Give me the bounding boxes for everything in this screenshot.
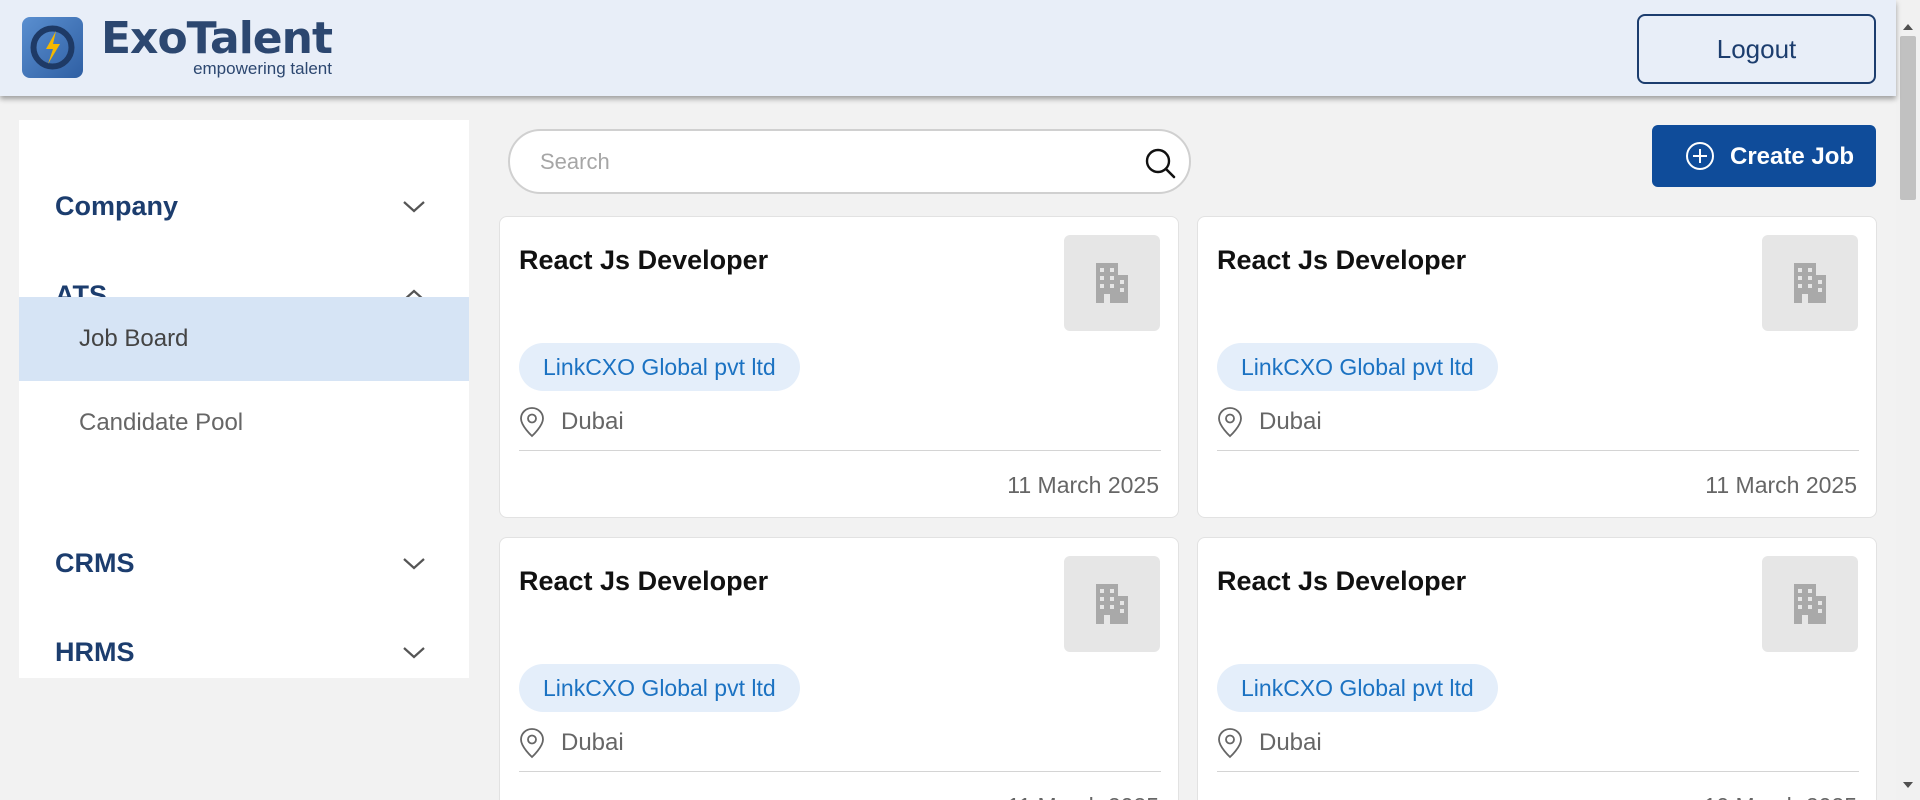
scroll-down-arrow-icon[interactable]: [1903, 782, 1913, 788]
job-card[interactable]: React Js Developer LinkCXO Global pvt ltd…: [499, 537, 1179, 800]
location-label: Dubai: [561, 408, 624, 435]
job-location: Dubai: [1217, 405, 1322, 439]
sidebar-item-job-board[interactable]: Job Board: [19, 297, 469, 381]
company-logo: [1064, 556, 1160, 652]
job-title: React Js Developer: [519, 245, 769, 275]
sidebar-item-label: CRMS: [55, 547, 135, 578]
location-pin-icon: [1218, 728, 1242, 759]
brand-text: ExoTalent empowering talent: [101, 13, 333, 79]
company-chip[interactable]: LinkCXO Global pvt ltd: [1217, 343, 1498, 391]
brand-logo[interactable]: ExoTalent empowering talent: [22, 13, 333, 79]
sidebar-item-label: HRMS: [55, 636, 135, 667]
job-title: React Js Developer: [1217, 245, 1467, 275]
company-logo: [1762, 556, 1858, 652]
posted-date: 11 March 2025: [1007, 472, 1159, 498]
top-header: ExoTalent empowering talent Logout: [0, 0, 1896, 96]
card-divider: [519, 450, 1161, 451]
sidebar-item-label: Candidate Pool: [79, 409, 244, 436]
company-logo: [1762, 235, 1858, 331]
card-divider: [1217, 450, 1859, 451]
location-pin-icon: [520, 728, 544, 759]
exotalent-logo-icon: [22, 17, 83, 78]
job-location: Dubai: [519, 405, 624, 439]
sidebar-item-label: Job Board: [79, 325, 189, 352]
company-chip[interactable]: LinkCXO Global pvt ltd: [519, 343, 800, 391]
page-scrollbar[interactable]: [1896, 0, 1920, 800]
scroll-up-arrow-icon[interactable]: [1903, 24, 1913, 30]
location-label: Dubai: [1259, 729, 1322, 756]
building-icon: [1794, 584, 1826, 624]
card-divider: [1217, 771, 1859, 772]
search-bar: [508, 129, 1191, 194]
location-pin-icon: [1218, 407, 1242, 438]
company-chip[interactable]: LinkCXO Global pvt ltd: [1217, 664, 1498, 712]
create-job-button[interactable]: Create Job: [1652, 125, 1876, 187]
posted-date: 11 March 2025: [1705, 472, 1857, 498]
chevron-down-icon: [403, 647, 425, 659]
building-icon: [1096, 263, 1128, 303]
job-title: React Js Developer: [1217, 566, 1467, 596]
job-card[interactable]: React Js Developer LinkCXO Global pvt ltd…: [1197, 216, 1877, 518]
sidebar-nav: Company ATS Job Board Candidate Pool CRM…: [19, 120, 469, 678]
sidebar-item-crms[interactable]: CRMS: [19, 533, 469, 593]
company-logo: [1064, 235, 1160, 331]
job-card[interactable]: React Js Developer LinkCXO Global pvt ltd…: [1197, 537, 1877, 800]
job-card[interactable]: React Js Developer LinkCXO Global pvt ltd…: [499, 216, 1179, 518]
company-chip[interactable]: LinkCXO Global pvt ltd: [519, 664, 800, 712]
job-location: Dubai: [1217, 726, 1322, 760]
job-title: React Js Developer: [519, 566, 769, 596]
brand-tagline: empowering talent: [193, 59, 332, 78]
chevron-down-icon: [403, 201, 425, 213]
sidebar-item-label: Company: [55, 190, 179, 221]
search-input[interactable]: [540, 131, 1120, 192]
location-label: Dubai: [561, 729, 624, 756]
job-location: Dubai: [519, 726, 624, 760]
building-icon: [1096, 584, 1128, 624]
logout-button[interactable]: Logout: [1637, 14, 1876, 84]
location-pin-icon: [520, 407, 544, 438]
sidebar-item-company[interactable]: Company: [19, 176, 469, 236]
location-label: Dubai: [1259, 408, 1322, 435]
sidebar-item-hrms[interactable]: HRMS: [19, 622, 469, 682]
scroll-thumb[interactable]: [1900, 36, 1916, 200]
building-icon: [1794, 263, 1826, 303]
posted-date: 11 March 2025: [1007, 793, 1159, 800]
card-divider: [519, 771, 1161, 772]
create-job-label: Create Job: [1730, 143, 1855, 170]
chevron-down-icon: [403, 558, 425, 570]
search-icon[interactable]: [1144, 147, 1176, 179]
brand-name: ExoTalent: [101, 13, 333, 64]
sidebar-item-candidate-pool[interactable]: Candidate Pool: [19, 381, 469, 465]
posted-date: 10 March 2025: [1704, 793, 1857, 800]
plus-circle-icon: [1686, 142, 1714, 170]
